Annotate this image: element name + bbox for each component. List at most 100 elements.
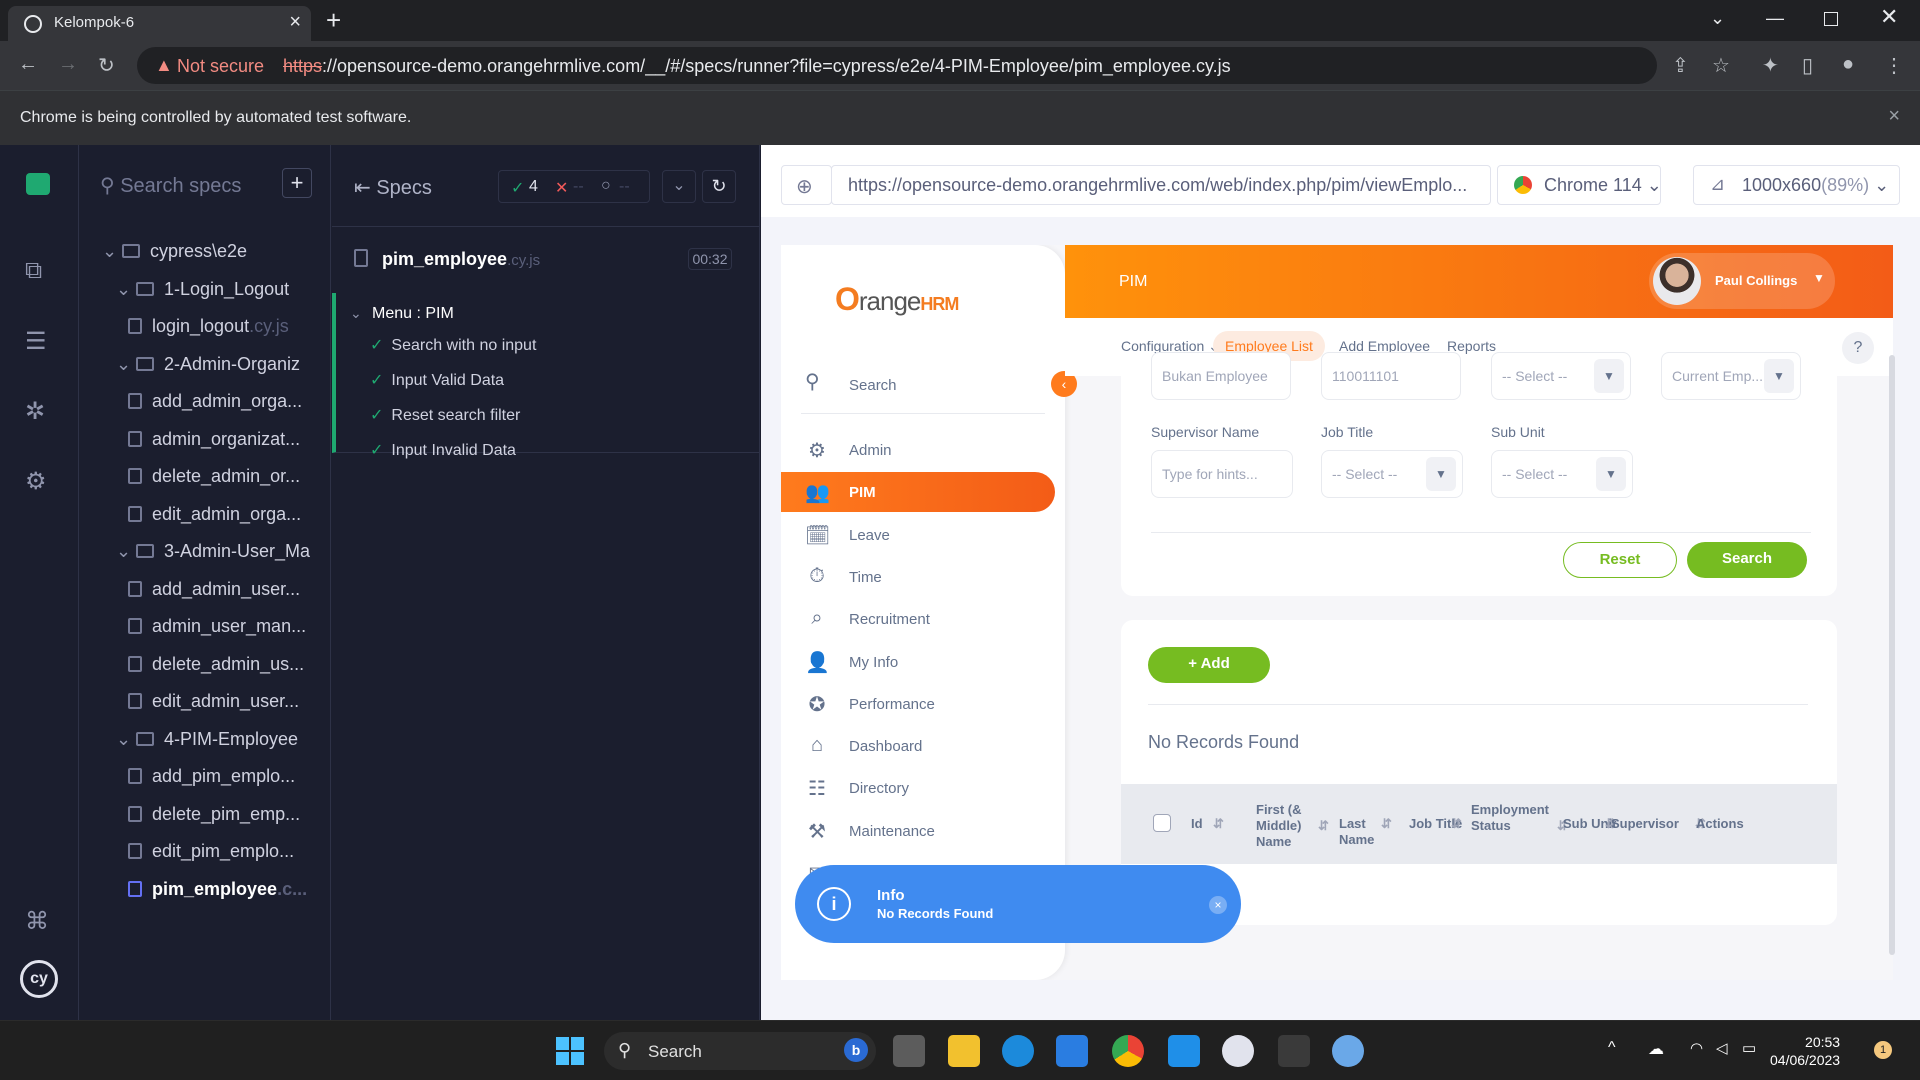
file-explorer-icon[interactable] <box>948 1035 980 1067</box>
tree-spec-file[interactable]: add_pim_emplo... <box>128 766 325 787</box>
browser-tab[interactable]: Kelompok-6 × <box>8 6 311 41</box>
search-button[interactable]: Search <box>1687 542 1807 578</box>
cypress-logo-icon[interactable]: cy <box>20 960 58 998</box>
edge-icon[interactable] <box>1002 1035 1034 1067</box>
viewport-info[interactable]: ⊿ 1000x660(89%) ⌄ <box>1693 165 1900 205</box>
tree-folder[interactable]: ⌄ 3-Admin-User_Ma <box>116 541 325 562</box>
aut-scrollbar[interactable] <box>1889 355 1895 955</box>
menu-item-performance[interactable]: ✪ Performance <box>781 684 1055 724</box>
reset-button[interactable]: Reset <box>1563 542 1677 578</box>
menu-item-my-info[interactable]: 👤 My Info <box>781 642 1055 682</box>
job-title-select[interactable]: -- Select -- ▼ <box>1321 450 1463 498</box>
tree-spec-file[interactable]: admin_user_man... <box>128 616 325 637</box>
add-employee-button[interactable]: + Add <box>1148 647 1270 683</box>
side-panel-icon[interactable]: ▯ <box>1802 53 1813 78</box>
test-row[interactable]: ✓ Input Valid Data <box>370 370 504 390</box>
orangehrm-logo[interactable]: OrangeHRM <box>835 281 959 318</box>
minimize-icon[interactable]: — <box>1766 8 1784 29</box>
tree-spec-file[interactable]: edit_admin_orga... <box>128 504 325 525</box>
menu-item-dashboard[interactable]: ⌂ Dashboard <box>781 726 1055 766</box>
tree-spec-file[interactable]: delete_admin_or... <box>128 466 325 487</box>
menu-item-maintenance[interactable]: ⚒ Maintenance <box>781 811 1055 851</box>
employee-name-input[interactable]: Bukan Employee <box>1151 352 1291 400</box>
battery-icon[interactable]: ▭ <box>1742 1039 1756 1057</box>
tree-folder[interactable]: ⌄ cypress\e2e <box>102 241 325 262</box>
paint-icon[interactable] <box>1332 1035 1364 1067</box>
share-icon[interactable]: ⇪ <box>1672 53 1689 78</box>
test-row[interactable]: ✓ Reset search filter <box>370 405 520 425</box>
onedrive-icon[interactable]: ☁ <box>1648 1039 1664 1059</box>
bookmark-star-icon[interactable]: ☆ <box>1712 53 1730 78</box>
specs-nav-icon[interactable]: ⧉ <box>25 257 42 285</box>
chevron-down-icon[interactable]: ⌄ <box>662 170 696 203</box>
tab-search-icon[interactable]: ⌄ <box>1710 8 1725 29</box>
notification-badge[interactable]: 1 <box>1874 1041 1892 1059</box>
close-window-icon[interactable]: ✕ <box>1880 4 1898 30</box>
new-spec-button[interactable]: + <box>282 168 312 198</box>
close-tab-icon[interactable]: × <box>289 11 301 34</box>
restore-icon[interactable] <box>1824 12 1838 26</box>
sub-unit-select[interactable]: -- Select -- ▼ <box>1491 450 1633 498</box>
back-icon[interactable]: ← <box>18 53 38 76</box>
microsoft-store-icon[interactable] <box>1056 1035 1088 1067</box>
sidebar-search-input[interactable]: Search <box>849 377 897 394</box>
column-header[interactable]: Supervisor ⇵ <box>1611 816 1706 832</box>
supervisor-name-input[interactable]: Type for hints... <box>1151 450 1293 498</box>
column-header[interactable]: Actions <box>1696 816 1754 832</box>
vscode-icon[interactable] <box>1168 1035 1200 1067</box>
system-clock[interactable]: 20:53 04/06/2023 <box>1770 1033 1840 1069</box>
tree-spec-file[interactable]: delete_pim_emp... <box>128 804 325 825</box>
test-suite[interactable]: ⌄ Menu : PIM ✓ Search with no input ✓ Input… <box>332 293 760 459</box>
help-icon[interactable]: ? <box>1842 332 1874 364</box>
active-window-icon[interactable] <box>1278 1035 1310 1067</box>
search-specs-input[interactable]: ⚲ Search specs <box>100 173 241 198</box>
project-icon[interactable] <box>26 173 50 195</box>
runs-nav-icon[interactable]: ☰ <box>25 327 47 356</box>
wifi-icon[interactable]: ◠ <box>1690 1039 1703 1057</box>
chrome-taskbar-icon[interactable] <box>1112 1035 1144 1067</box>
menu-item-pim[interactable]: 👥 PIM <box>781 472 1055 513</box>
task-view-icon[interactable] <box>893 1035 925 1067</box>
select-all-checkbox[interactable] <box>1153 814 1171 832</box>
column-header[interactable]: Id ⇵ <box>1191 816 1249 832</box>
employee-id-input[interactable]: 110011101 <box>1321 352 1461 400</box>
test-row[interactable]: ✓ Input Invalid Data <box>370 440 516 460</box>
sort-icon[interactable]: ⇵ <box>1213 816 1224 832</box>
tree-folder[interactable]: ⌄ 4-PIM-Employee <box>116 729 325 750</box>
reload-icon[interactable]: ↻ <box>98 53 115 78</box>
column-header[interactable]: Last Name ⇵ <box>1339 816 1397 848</box>
column-header[interactable]: Employment Status ⇵ <box>1471 802 1568 834</box>
tree-spec-file[interactable]: pim_employee.c... <box>128 879 325 900</box>
volume-icon[interactable]: ◁ <box>1716 1039 1728 1057</box>
menu-item-recruitment[interactable]: ⌕ Recruitment <box>781 599 1055 639</box>
include-select[interactable]: Current Emp... ▼ <box>1661 352 1801 400</box>
sort-icon[interactable]: ⇵ <box>1318 818 1329 834</box>
taskbar-search[interactable]: ⚲ Search b <box>604 1032 876 1070</box>
aut-url[interactable]: https://opensource-demo.orangehrmlive.co… <box>831 165 1491 205</box>
column-header[interactable]: First (& Middle) Name ⇵ <box>1256 802 1329 850</box>
browser-selector[interactable]: Chrome 114 ⌄ <box>1497 165 1661 205</box>
tree-spec-file[interactable]: add_admin_orga... <box>128 391 325 412</box>
tree-spec-file[interactable]: edit_admin_user... <box>128 691 325 712</box>
close-toast-icon[interactable]: × <box>1209 896 1227 914</box>
settings-gear-icon[interactable]: ⚙ <box>25 467 47 496</box>
test-row[interactable]: ✓ Search with no input <box>370 335 536 355</box>
menu-item-time[interactable]: ⏱ Time <box>781 557 1055 597</box>
tree-folder[interactable]: ⌄ 2-Admin-Organiz <box>116 354 325 375</box>
new-tab-icon[interactable]: + <box>326 6 341 34</box>
sort-icon[interactable]: ⇵ <box>1381 816 1392 832</box>
show-hidden-icons[interactable]: ^ <box>1608 1039 1616 1057</box>
address-bar[interactable]: ▲ Not secure https://opensource-demo.ora… <box>137 47 1657 84</box>
debug-nav-icon[interactable]: ✲ <box>25 397 45 426</box>
extensions-icon[interactable]: ✦ <box>1762 53 1779 78</box>
tree-spec-file[interactable]: admin_organizat... <box>128 429 325 450</box>
tree-spec-file[interactable]: edit_pim_emplo... <box>128 841 325 862</box>
user-dropdown[interactable]: Paul Collings ▼ <box>1649 253 1835 309</box>
column-header[interactable]: Job Title ⇵ <box>1409 816 1467 832</box>
menu-item-directory[interactable]: ☷ Directory <box>781 768 1055 808</box>
forward-icon[interactable]: → <box>58 53 78 76</box>
cypress-taskbar-icon[interactable] <box>1222 1035 1254 1067</box>
tree-spec-file[interactable]: login_logout.cy.js <box>128 316 325 337</box>
rerun-icon[interactable]: ↻ <box>702 170 736 203</box>
start-windows-icon[interactable] <box>556 1037 584 1065</box>
